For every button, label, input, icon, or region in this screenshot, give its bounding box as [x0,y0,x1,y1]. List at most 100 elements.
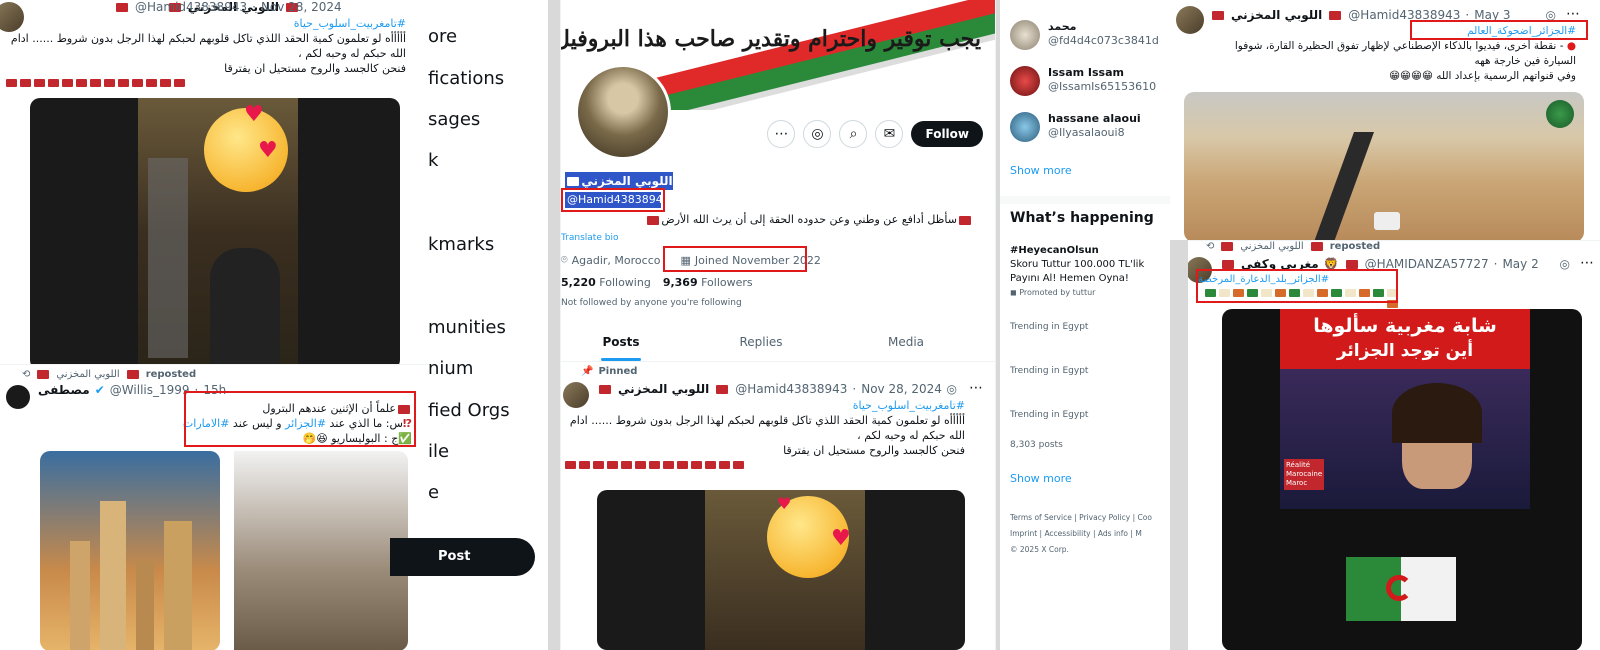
location-icon: ⌾ [561,253,568,266]
trend-label[interactable]: Trending in Egypt [1010,322,1088,332]
tweet-date[interactable]: May 3 [1474,8,1510,22]
author-handle[interactable]: @Hamid43838943 [135,0,247,14]
tweet-text-line: أأأأأه لو تعلمون كمية الحقد اللذي تاكل ق… [569,414,965,427]
tweet-card[interactable]: ⟲ اللوبي المخزني reposted مصطفى ✔ @Willi… [0,364,430,650]
tweet-time[interactable]: 15h [203,383,226,397]
avatar[interactable] [1010,112,1040,142]
follow-suggestion[interactable]: محمد @fd4d4c073c3841d [1010,20,1159,50]
show-more-link[interactable]: Show more [1010,472,1072,485]
avatar[interactable] [1010,20,1040,50]
avatar[interactable] [6,385,30,409]
media-image-right[interactable] [234,451,408,650]
profile-name[interactable]: اللوبي المخزني [565,172,673,204]
followers-link[interactable]: 9,369 Followers [663,276,753,289]
reposted-by[interactable]: اللوبي المخزني [1240,241,1303,252]
tweet-text-line: ⁉س: ما الذي عند #الجزائر و ليس عند #الام… [182,417,412,430]
hashtag-link[interactable]: #الجزائر_بلد_الدعارة_المرخصة [1198,273,1398,287]
hashtag-link[interactable]: #الامارات [183,417,230,430]
tweet-date[interactable]: Nov 28, 2024 [861,382,942,396]
author-name[interactable]: اللوبي المخزني [1231,8,1322,22]
video-player[interactable] [1184,92,1584,240]
author-handle[interactable]: @Hamid43838943 [735,382,847,396]
more-options-icon[interactable]: ⋯ [767,120,796,148]
following-link[interactable]: 5,220 Following [561,276,651,289]
calendar-icon: ▦ [680,253,691,267]
post-button[interactable]: Post [390,538,535,576]
tweet-card[interactable]: اللوبي المخزني @Hamid43838943 · Nov 28, … [0,0,430,370]
nav-item-verified-orgs[interactable]: fied Orgs [428,400,510,421]
video-player[interactable]: شابة مغربية سألوها أين توجد الجزائر Réal… [1222,309,1582,650]
tweet-date[interactable]: Nov 28, 2024 [261,0,342,14]
tab-posts[interactable]: Posts [561,322,681,361]
repost-panel: ⟲ اللوبي المخزني reposted مغربي وكفى 🦁 @… [1188,240,1600,650]
profile-avatar[interactable] [575,64,671,160]
video-player[interactable]: ♥ ♥ [597,490,965,650]
suggestion-name[interactable]: hassane alaoui [1048,112,1141,126]
video-tag: Réalité Marocaine Maroc [1284,459,1325,490]
trend-label[interactable]: Trending in Egypt [1010,366,1088,376]
footer-link[interactable]: Privacy Policy [1079,513,1130,522]
tab-media[interactable]: Media [841,322,971,361]
heart-icon: ♥ [831,526,851,551]
suggestion-name[interactable]: محمد [1048,20,1159,34]
footer-link[interactable]: Accessibility [1044,529,1090,538]
grok-icon[interactable]: ◎ [803,120,832,148]
author-handle[interactable]: @HAMIDANZA57727 [1365,257,1489,271]
nav-item-premium[interactable]: nium [428,358,473,379]
more-options-icon[interactable]: ⋯ [1566,6,1580,22]
nav-item-bookmarks[interactable]: kmarks [428,234,494,255]
tweet-text-line: علماً أن الإثنين عندهم البترول [182,401,412,416]
footer-link[interactable]: Coo [1138,513,1152,522]
heart-icon: ♥ [777,494,792,513]
nav-item-grok[interactable]: k [428,150,438,171]
tab-replies[interactable]: Replies [681,322,841,361]
author-name[interactable]: اللوبي المخزني [618,382,709,396]
grok-icon[interactable]: ◎ [1546,8,1556,22]
nav-item-more[interactable]: e [428,482,439,503]
follow-suggestion[interactable]: hassane alaoui @Ilyasalaoui8 [1010,112,1141,142]
follow-suggestion[interactable]: Issam Issam @IssamIs65153610 [1010,66,1156,96]
trend-label[interactable]: Trending in Egypt [1010,410,1088,420]
flag-emoji-row [565,461,965,469]
message-icon[interactable]: ✉ [875,120,904,148]
tweet-date[interactable]: May 2 [1502,257,1538,271]
translate-bio-link[interactable]: Translate bio [561,233,618,243]
more-options-icon[interactable]: ⋯ [969,380,983,396]
profile-joined: Joined November 2022 [694,253,821,267]
follow-button[interactable]: Follow [911,121,983,147]
reposted-by[interactable]: اللوبي المخزني [56,369,119,380]
promoted-trend[interactable]: #HeyecanOlsun Skoru Tuttur 100.000 TL'li… [1010,244,1144,300]
nav-item-profile[interactable]: ile [428,441,449,462]
suggestion-handle: @IssamIs65153610 [1048,80,1157,93]
video-player[interactable]: ♥ ♥ [30,98,400,370]
author-handle[interactable]: @Hamid43838943 [1348,8,1460,22]
hashtag-link[interactable]: #تامغربيت_اسلوب_حياة [565,398,965,413]
profile-handle[interactable]: @Hamid43838943 [565,192,670,208]
suggestion-handle: @Ilyasalaoui8 [1048,126,1125,139]
author-handle[interactable]: @Willis_1999 [110,383,190,397]
verified-badge-icon: ✔ [94,383,105,397]
profile-bio: سأظل أدافع عن وطني وعن حدوده الحقة إلى أ… [561,213,973,226]
hashtag-link[interactable]: #الجزائر [285,417,326,430]
more-options-icon[interactable]: ⋯ [1580,255,1594,271]
show-more-link[interactable]: Show more [1010,164,1072,177]
hashtag-link[interactable]: #الجزائر_اضحوكة_العالم [1176,24,1576,39]
footer-link[interactable]: Terms of Service [1010,513,1072,522]
nav-item-explore[interactable]: ore [428,26,457,47]
grok-icon[interactable]: ◎ [1560,257,1570,271]
nav-item-notifications[interactable]: fications [428,68,504,89]
hashtag-link[interactable]: #تامغربيت_اسلوب_حياة [6,16,406,31]
footer-link[interactable]: Imprint [1010,529,1037,538]
author-name[interactable]: مصطفى [38,383,90,397]
suggestion-name[interactable]: Issam Issam [1048,66,1156,80]
grok-icon[interactable]: ◎ [947,382,957,396]
footer-link[interactable]: Ads info [1098,529,1128,538]
nav-item-messages[interactable]: sages [428,109,480,130]
search-icon[interactable]: ⌕ [839,120,868,148]
heart-icon: ♥ [244,102,264,127]
avatar[interactable] [1010,66,1040,96]
nav-item-communities[interactable]: munities [428,317,506,338]
author-name[interactable]: مغربي وكفى [1241,257,1319,271]
footer-link[interactable]: M [1135,529,1141,538]
media-image-left[interactable] [40,451,220,650]
